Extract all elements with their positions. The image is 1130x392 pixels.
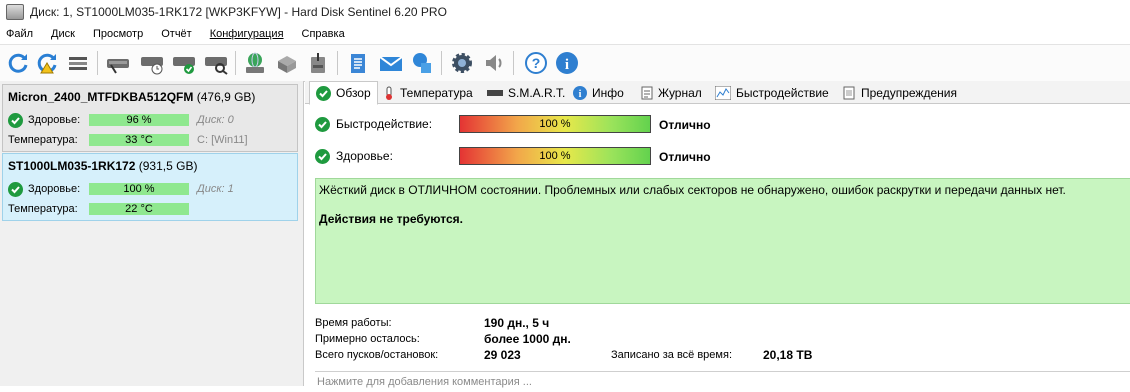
- check-icon: [315, 116, 330, 132]
- menu-report[interactable]: Отчёт: [152, 28, 200, 40]
- performance-label: Быстродействие:: [336, 117, 433, 131]
- info-icon[interactable]: i: [553, 49, 581, 77]
- performance-chart-icon: [715, 86, 731, 100]
- disk-index: Диск: 1: [197, 183, 234, 195]
- email-icon[interactable]: [377, 49, 405, 77]
- backup-disk-icon[interactable]: [304, 49, 332, 77]
- written-value: 20,18 TB: [763, 348, 813, 362]
- log-icon: [641, 86, 653, 100]
- info-icon: i: [573, 86, 587, 100]
- check-icon: [316, 85, 331, 101]
- svg-text:i: i: [565, 57, 569, 73]
- starts-value: 29 023: [484, 348, 521, 362]
- disk-schedule-icon[interactable]: [138, 49, 166, 77]
- menu-configuration[interactable]: Конфигурация: [201, 28, 293, 40]
- health-label: Здоровье:: [28, 183, 81, 195]
- thermometer-icon: [383, 86, 395, 100]
- warnings-icon: [842, 86, 856, 100]
- disk-search-icon[interactable]: [202, 49, 230, 77]
- remaining-label: Примерно осталось:: [315, 333, 420, 345]
- health-label: Здоровье:: [336, 149, 393, 163]
- check-icon: [8, 181, 23, 197]
- menu-help[interactable]: Справка: [293, 28, 354, 40]
- disk-name: ST1000LM035-1RK172 (931,5 GB): [8, 159, 198, 173]
- help-icon[interactable]: ?: [522, 49, 550, 77]
- tab-warnings[interactable]: Предупреждения: [842, 83, 957, 103]
- tab-info[interactable]: i Инфо: [573, 83, 624, 103]
- tab-bar: Обзор Температура S.M.A.R.T. i Инфо Журн…: [305, 81, 1130, 105]
- starts-label: Всего пусков/остановок:: [315, 349, 439, 361]
- details-panel: Обзор Температура S.M.A.R.T. i Инфо Журн…: [305, 81, 1130, 388]
- temperature-bar: 22 °C: [89, 203, 189, 215]
- menu-file[interactable]: Файл: [0, 28, 42, 40]
- uptime-label: Время работы:: [315, 317, 392, 329]
- disk-test-icon[interactable]: [104, 49, 132, 77]
- temperature-bar: 33 °C: [89, 134, 189, 146]
- performance-row: Быстродействие:: [315, 114, 460, 134]
- check-icon: [8, 112, 23, 128]
- check-icon: [315, 148, 330, 164]
- disk-name: Micron_2400_MTFDKBA512QFM (476,9 GB): [8, 90, 256, 104]
- hardware-icon[interactable]: [273, 49, 301, 77]
- temperature-label: Температура:: [8, 134, 78, 146]
- comment-field[interactable]: Нажмите для добавления комментария ...: [315, 371, 1130, 392]
- disk-list-panel: Micron_2400_MTFDKBA512QFM (476,9 GB) Здо…: [0, 81, 304, 386]
- network-disk-icon[interactable]: [241, 49, 269, 77]
- performance-bar: 100 %: [459, 115, 651, 133]
- speaker-icon[interactable]: [480, 49, 508, 77]
- tab-temperature[interactable]: Температура: [383, 83, 473, 103]
- tab-performance[interactable]: Быстродействие: [715, 83, 829, 103]
- disk-item-1[interactable]: ST1000LM035-1RK172 (931,5 GB) Здоровье: …: [2, 153, 298, 221]
- refresh-icon[interactable]: [4, 49, 32, 77]
- health-label: Здоровье:: [28, 114, 81, 126]
- status-description-box: Жёсткий диск в ОТЛИЧНОМ состоянии. Пробл…: [315, 178, 1130, 304]
- menu-disk[interactable]: Диск: [42, 28, 84, 40]
- disk-app-icon: [6, 4, 24, 20]
- disk-index: Диск: 0: [197, 114, 234, 126]
- menu-bar: Файл Диск Просмотр Отчёт Конфигурация Сп…: [0, 24, 1130, 43]
- status-text: Жёсткий диск в ОТЛИЧНОМ состоянии. Пробл…: [319, 183, 1066, 197]
- gear-icon[interactable]: [448, 49, 476, 77]
- performance-status: Отлично: [659, 118, 711, 132]
- action-text: Действия не требуются.: [319, 212, 463, 226]
- written-label: Записано за всё время:: [611, 349, 732, 361]
- health-bar: 100 %: [89, 183, 189, 195]
- health-bar: 100 %: [459, 147, 651, 165]
- health-bar: 96 %: [89, 114, 189, 126]
- report-icon[interactable]: [344, 49, 372, 77]
- health-status: Отлично: [659, 150, 711, 164]
- health-row: Здоровье:: [315, 146, 460, 166]
- tab-overview[interactable]: Обзор: [309, 81, 378, 105]
- menu-view[interactable]: Просмотр: [84, 28, 152, 40]
- tab-smart[interactable]: S.M.A.R.T.: [487, 83, 565, 103]
- disk-item-0[interactable]: Micron_2400_MTFDKBA512QFM (476,9 GB) Здо…: [2, 84, 298, 152]
- window-title: Диск: 1, ST1000LM035-1RK172 [WKP3KFYW] -…: [30, 5, 447, 19]
- send-report-icon[interactable]: [408, 49, 436, 77]
- disk-ok-icon[interactable]: [170, 49, 198, 77]
- svg-text:i: i: [579, 89, 582, 100]
- disk-list-icon[interactable]: [64, 49, 92, 77]
- tab-log[interactable]: Журнал: [641, 83, 702, 103]
- temperature-label: Температура:: [8, 203, 78, 215]
- refresh-warning-icon[interactable]: [33, 49, 61, 77]
- uptime-value: 190 дн., 5 ч: [484, 316, 550, 330]
- remaining-value: более 1000 дн.: [484, 332, 571, 346]
- toolbar: ? i: [0, 44, 1130, 82]
- title-bar: Диск: 1, ST1000LM035-1RK172 [WKP3KFYW] -…: [0, 0, 1130, 24]
- disk-icon: [487, 88, 503, 98]
- svg-text:?: ?: [532, 55, 541, 71]
- drive-letter: C: [Win11]: [197, 134, 248, 146]
